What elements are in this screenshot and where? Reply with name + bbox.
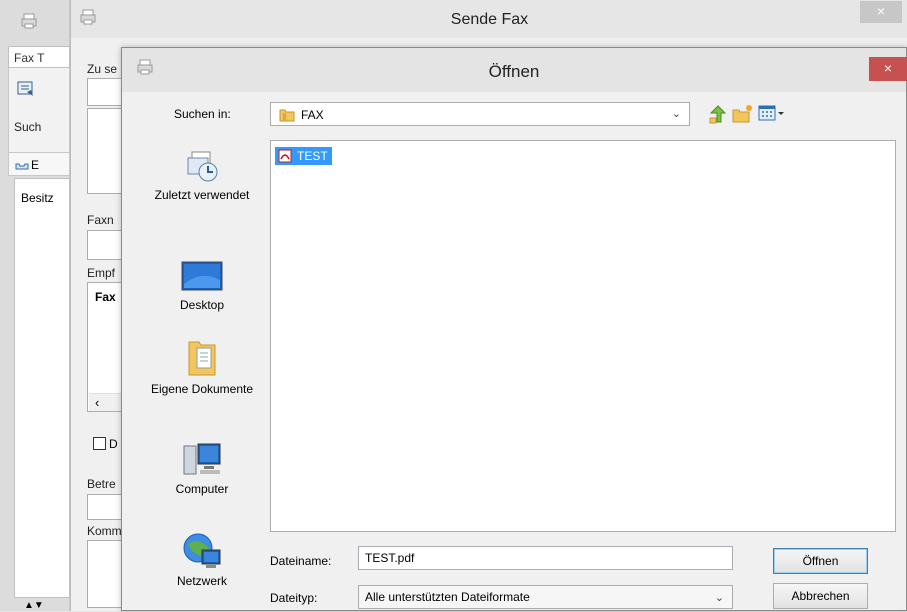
filename-input[interactable]: TEST.pdf — [358, 546, 733, 570]
sort-arrows-icon[interactable]: ▲▼ — [24, 600, 44, 611]
scroll-left-icon[interactable]: ‹ — [95, 395, 99, 410]
owner-list[interactable]: Besitz — [14, 178, 70, 598]
chevron-down-icon[interactable]: ⌄ — [715, 591, 724, 604]
look-in-label: Suchen in: — [174, 107, 231, 121]
option-checkbox[interactable] — [93, 437, 106, 450]
place-network[interactable]: Netzwerk — [144, 530, 260, 589]
computer-icon — [183, 443, 221, 475]
up-one-level-icon[interactable] — [708, 104, 728, 127]
place-desktop[interactable]: Desktop — [144, 260, 260, 313]
place-network-label: Netzwerk — [176, 574, 227, 588]
tab-fax-label: Fax T — [14, 51, 45, 65]
background-app-window: Fax T Such E Besitz ▲▼ — [0, 0, 70, 611]
toolbar-panel: Such — [8, 68, 70, 154]
recent-places-icon — [187, 151, 218, 182]
open-button[interactable]: Öffnen — [773, 548, 868, 574]
horizontal-scrollbar[interactable]: ‹ — [89, 393, 123, 411]
comment-label: Komm — [87, 524, 122, 538]
view-menu-icon[interactable] — [758, 104, 786, 125]
filename-label: Dateiname: — [270, 554, 332, 568]
places-bar: Zuletzt verwendet Desktop Eigene Dokumen… — [144, 140, 260, 612]
search-label: Such — [14, 120, 42, 134]
send-fax-title: Sende Fax — [450, 11, 529, 28]
network-globe-icon — [183, 533, 221, 568]
place-recent-label: Zuletzt verwendet — [154, 188, 250, 202]
place-computer-label: Computer — [175, 482, 229, 496]
open-dialog-title: Öffnen — [488, 62, 540, 81]
desktop-icon — [181, 261, 223, 291]
folder-icon — [279, 107, 295, 126]
fax-column-header: Fax — [95, 290, 116, 304]
to-label: Zu se — [87, 62, 118, 76]
file-name: TEST — [297, 149, 328, 163]
cancel-button[interactable]: Abbrechen — [773, 583, 868, 609]
subject-label: Betre — [87, 477, 116, 491]
inbox-icon — [15, 159, 29, 170]
filetype-select[interactable]: Alle unterstützten Dateiformate ⌄ — [358, 585, 733, 609]
look-in-value: FAX — [301, 108, 324, 122]
pdf-file-icon — [278, 149, 292, 168]
printer-icon — [20, 12, 38, 33]
place-documents-label: Eigene Dokumente — [150, 382, 254, 396]
place-recent[interactable]: Zuletzt verwendet — [144, 148, 260, 203]
look-in-dropdown[interactable]: FAX ⌄ — [270, 102, 690, 126]
documents-folder-icon — [188, 341, 216, 376]
place-computer[interactable]: Computer — [144, 442, 260, 497]
file-item-selected[interactable]: TEST — [275, 147, 332, 165]
open-dialog-titlebar: Öffnen × — [122, 48, 907, 92]
tab-fax[interactable]: Fax T — [8, 46, 70, 68]
new-folder-icon[interactable] — [732, 104, 754, 127]
owner-column-header: Besitz — [21, 191, 54, 205]
send-fax-titlebar: Sende Fax × — [71, 0, 907, 38]
recipients-label: Empf — [87, 266, 116, 280]
open-file-dialog: Öffnen × Suchen in: FAX ⌄ Zuletzt verwen… — [121, 47, 907, 611]
file-list[interactable]: TEST — [270, 140, 896, 532]
place-documents[interactable]: Eigene Dokumente — [144, 338, 260, 397]
chevron-down-icon[interactable]: ⌄ — [672, 107, 681, 120]
inbox-label: E — [31, 158, 40, 172]
option-checkbox-label: D — [109, 437, 118, 451]
fax-number-label: Faxn — [87, 213, 114, 227]
filetype-value: Alle unterstützten Dateiformate — [365, 590, 530, 604]
open-dialog-close-button[interactable]: × — [869, 57, 907, 81]
place-desktop-label: Desktop — [179, 298, 225, 312]
inbox-bar[interactable]: E — [8, 152, 70, 176]
filetype-label: Dateityp: — [270, 591, 318, 605]
send-fax-close-button[interactable]: × — [860, 1, 902, 23]
send-fax-icon[interactable] — [15, 78, 37, 100]
